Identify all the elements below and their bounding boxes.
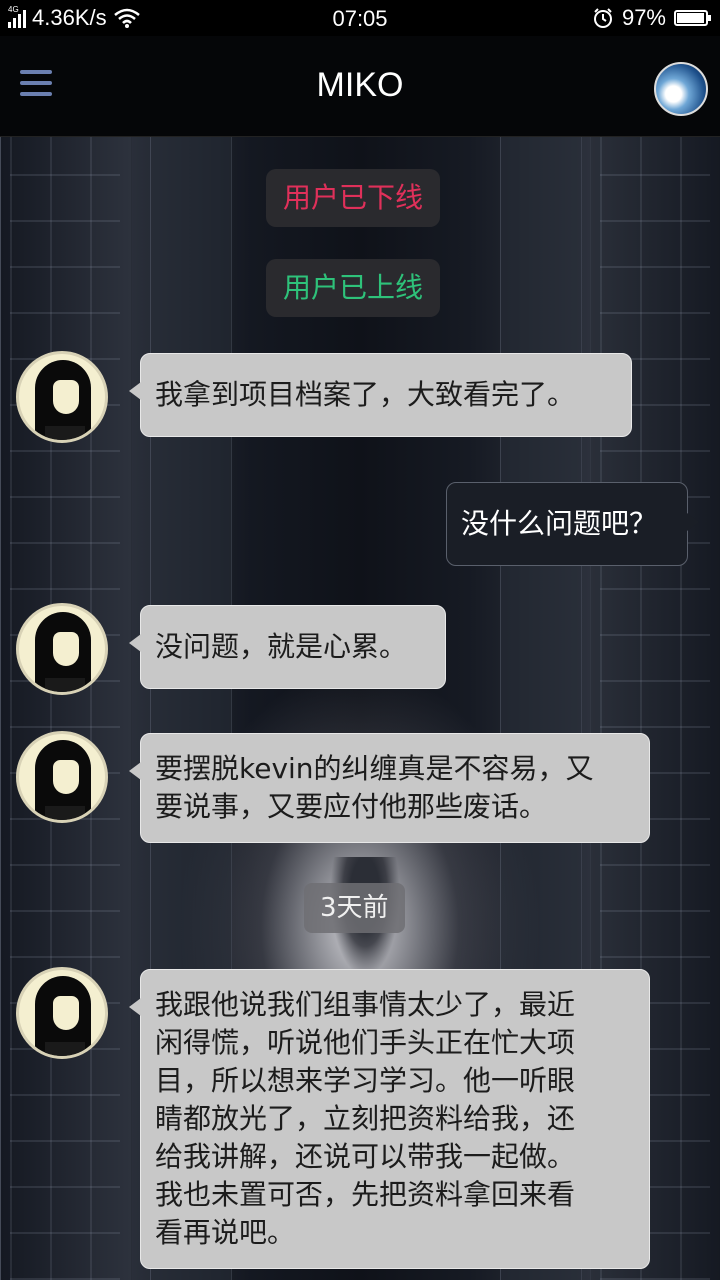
chat-title: MIKO [316, 66, 404, 104]
contact-avatar[interactable] [16, 351, 108, 443]
incoming-message[interactable]: 我跟他说我们组事情太少了，最近 闲得慌，听说他们手头正在忙大项 目，所以想来学习… [129, 969, 650, 1269]
incoming-message[interactable]: 没问题，就是心累。 [129, 605, 446, 689]
message-line: 看再说吧。 [155, 1216, 296, 1249]
message-line: 我也未置可否，先把资料拿回来看 [155, 1178, 576, 1211]
message-line: 要说事，又要应付他那些废话。 [155, 790, 548, 823]
background-windows [10, 137, 120, 1280]
battery-icon [674, 10, 711, 26]
alarm-icon [593, 8, 612, 28]
user-offline-notice: 用户已下线 [266, 169, 441, 227]
message-line: 睛都放光了，立刻把资料给我，还 [155, 1102, 576, 1135]
outgoing-message[interactable]: 没什么问题吧？ [446, 482, 699, 566]
contact-avatar[interactable] [16, 731, 108, 823]
battery-percent: 97% [621, 5, 666, 30]
contact-avatar[interactable] [16, 967, 108, 1059]
user-online-notice: 用户已上线 [266, 259, 441, 317]
incoming-message[interactable]: 我拿到项目档案了，大致看完了。 [129, 353, 632, 437]
message-text: 没什么问题吧？ [461, 507, 658, 540]
incoming-message[interactable]: 要摆脱kevin的纠缠真是不容易，又 要说事，又要应付他那些废话。 [129, 733, 650, 843]
chat-area[interactable]: 用户已下线 用户已上线 我拿到项目档案了，大致看完了。 没什么问题吧？ 没问题，… [0, 137, 720, 1280]
message-text: 我拿到项目档案了，大致看完了。 [155, 378, 576, 411]
message-text: 没问题，就是心累。 [155, 630, 408, 663]
message-line: 给我讲解，还说可以带我一起做。 [155, 1140, 576, 1173]
contact-avatar[interactable] [16, 603, 108, 695]
message-line: 闲得慌，听说他们手头正在忙大项 [155, 1026, 576, 1059]
message-line: 要摆脱kevin的纠缠真是不容易，又 [155, 752, 594, 785]
profile-avatar[interactable] [654, 62, 708, 116]
time-divider: 3天前 [304, 883, 405, 933]
battery-fill [677, 13, 705, 23]
message-line: 我跟他说我们组事情太少了，最近 [155, 988, 576, 1021]
status-bar: 4G 4.36K/s 07:05 97% [0, 0, 720, 36]
message-line: 目，所以想来学习学习。他一听眼 [155, 1064, 576, 1097]
app-header: MIKO [0, 36, 720, 137]
status-right: 97% [592, 5, 711, 31]
